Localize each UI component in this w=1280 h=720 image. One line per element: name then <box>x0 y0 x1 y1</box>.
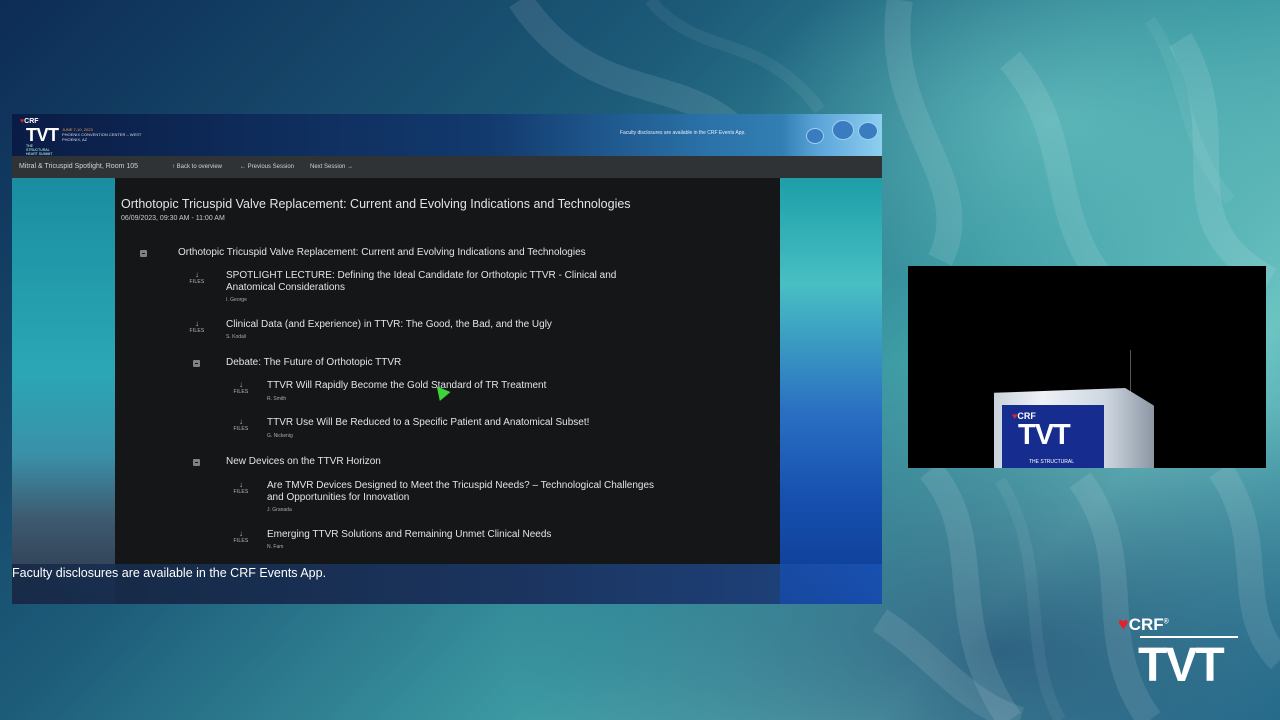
speaker-video-feed: ♥CRF TVT THE STRUCTURAL <box>908 266 1266 468</box>
surgeon-cap-image <box>832 120 854 140</box>
heart-icon: ♥ <box>1118 614 1129 634</box>
surgeon-cap-image <box>858 122 878 140</box>
download-icon: ↓ <box>195 319 199 328</box>
talk-title[interactable]: TTVR Use Will Be Reduced to a Specific P… <box>267 417 697 429</box>
talk-speaker: S. Kodali <box>226 334 247 340</box>
talk-speaker: I. George <box>226 297 247 303</box>
microphone-stand <box>1130 350 1131 394</box>
surgeon-cap-image <box>806 128 824 144</box>
slide-left-photo <box>12 178 115 604</box>
files-button[interactable]: ↓ FILES <box>187 319 207 335</box>
talk-speaker: G. Nickenig <box>267 433 293 439</box>
presentation-slide: ♥CRF TVT THE STRUCTURAL HEART SUMMIT JUN… <box>12 114 882 604</box>
collapse-icon[interactable] <box>193 360 200 367</box>
files-button[interactable]: ↓ FILES <box>231 380 251 396</box>
files-button[interactable]: ↓ FILES <box>231 480 251 496</box>
talk-title[interactable]: SPOTLIGHT LECTURE: Defining the Ideal Ca… <box>226 270 656 294</box>
collapse-icon[interactable] <box>193 459 200 466</box>
previous-session-link[interactable]: ← Previous Session <box>240 164 294 170</box>
banner-logo-subtitle: THE STRUCTURAL HEART SUMMIT <box>26 144 53 156</box>
event-city: PHOENIX, AZ <box>62 137 88 142</box>
slide-banner: ♥CRF TVT THE STRUCTURAL HEART SUMMIT JUN… <box>12 114 882 156</box>
collapse-icon[interactable] <box>140 250 147 257</box>
session-content-panel: Orthotopic Tricuspid Valve Replacement: … <box>115 178 780 564</box>
registered-mark: ® <box>1163 618 1169 626</box>
next-session-link[interactable]: Next Session → <box>310 164 353 170</box>
podium-sign: ♥CRF TVT THE STRUCTURAL <box>1002 405 1104 468</box>
download-icon: ↓ <box>239 380 243 389</box>
files-button[interactable]: ↓ FILES <box>231 529 251 545</box>
logo-crf-text: CRF <box>1128 615 1164 634</box>
files-button[interactable]: ↓ FILES <box>231 417 251 433</box>
banner-disclosure: Faculty disclosures are available in the… <box>620 130 746 136</box>
banner-crf-logo: CRF <box>24 118 39 125</box>
talk-speaker: R. Smith <box>267 396 287 402</box>
talk-title[interactable]: Are TMVR Devices Designed to Meet the Tr… <box>267 480 667 504</box>
talk-title[interactable]: Clinical Data (and Experience) in TTVR: … <box>226 319 656 331</box>
agenda-debate-title: Debate: The Future of Orthotopic TTVR <box>226 357 402 368</box>
download-icon: ↓ <box>239 480 243 489</box>
agenda-devices-title: New Devices on the TTVR Horizon <box>226 456 381 467</box>
files-button[interactable]: ↓ FILES <box>187 270 207 286</box>
session-date: 06/09/2023, 09:30 AM - 11:00 AM <box>121 215 225 222</box>
talk-title[interactable]: Emerging TTVR Solutions and Remaining Un… <box>267 529 697 541</box>
agenda-main-title: Orthotopic Tricuspid Valve Replacement: … <box>178 247 586 258</box>
logo-tvt-text: TVT <box>1138 639 1225 692</box>
session-title: Orthotopic Tricuspid Valve Replacement: … <box>121 197 631 211</box>
podium-subtitle: THE STRUCTURAL <box>1029 459 1075 465</box>
banner-surgeons-photo <box>782 114 882 156</box>
banner-tvt-logo: TVT <box>26 125 59 145</box>
download-icon: ↓ <box>195 270 199 279</box>
download-icon: ↓ <box>239 529 243 538</box>
download-icon: ↓ <box>239 417 243 426</box>
session-navbar: Mitral & Tricuspid Spotlight, Room 105 ↑… <box>12 156 882 178</box>
talk-title[interactable]: TTVR Will Rapidly Become the Gold Standa… <box>267 380 697 392</box>
slide-footer-disclosure: Faculty disclosures are available in the… <box>12 566 327 580</box>
back-to-overview-link[interactable]: ↑ Back to overview <box>172 164 222 170</box>
room-label: Mitral & Tricuspid Spotlight, Room 105 <box>19 163 139 170</box>
slide-right-photo <box>780 178 882 604</box>
podium-tvt-logo: TVT <box>1018 419 1071 451</box>
banner-event-info: JUNE 7-10, 2023 PHOENIX CONVENTION CENTE… <box>62 127 141 142</box>
talk-speaker: N. Fam <box>267 544 284 550</box>
talk-speaker: J. Granada <box>267 507 292 513</box>
crf-tvt-logo: ♥CRF® TVT <box>1116 612 1246 692</box>
